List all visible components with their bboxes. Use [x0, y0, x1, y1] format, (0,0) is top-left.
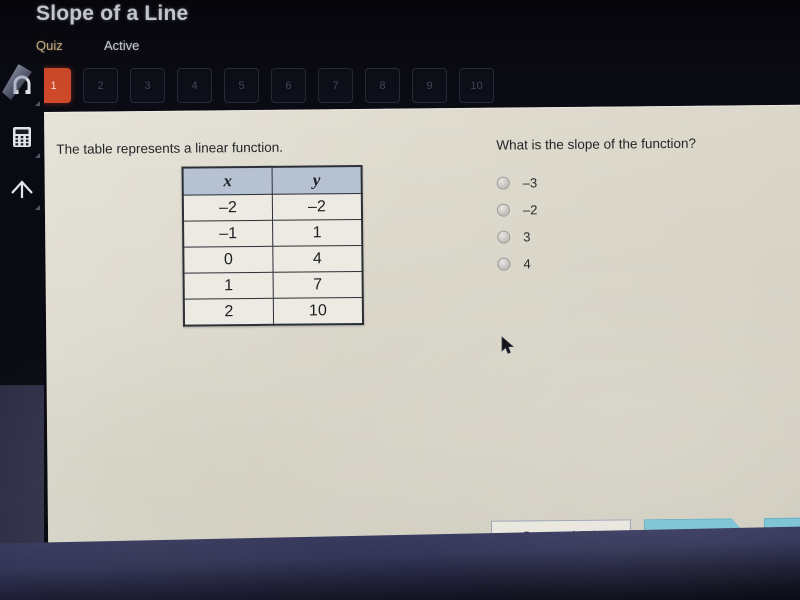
question-number-7[interactable]: 7 [318, 68, 353, 103]
table-cell-y: 7 [273, 271, 363, 299]
arrow-up-tool-button[interactable] [0, 164, 44, 214]
arrow-up-icon [9, 177, 35, 201]
table-cell-x: 1 [183, 272, 274, 300]
table-cell-x: –1 [183, 220, 273, 248]
question-number-4[interactable]: 4 [177, 68, 212, 103]
question-number-10[interactable]: 10 [459, 68, 494, 103]
mouse-cursor [501, 336, 515, 356]
status-badge: Active [104, 38, 140, 53]
answer-option-label: 3 [523, 229, 531, 245]
question-navigator: 1 2 3 4 5 6 7 8 9 10 [36, 68, 494, 103]
answer-option-4[interactable]: 4 [497, 250, 538, 277]
quiz-content-area: The table represents a linear function. … [44, 104, 800, 560]
calculator-tool-button[interactable] [0, 112, 44, 162]
radio-button-icon[interactable] [497, 230, 511, 244]
left-screen-edge [0, 255, 44, 555]
table-header-x: x [182, 166, 273, 196]
function-table: x y –2 –2 –1 1 0 4 1 7 2 10 [181, 164, 365, 327]
left-screen-edge-dark [0, 255, 44, 385]
table-row: 0 4 [183, 245, 363, 274]
quiz-screenshot: Slope of a Line Quiz Active 1 2 3 4 5 6 … [0, 0, 800, 600]
question-number-6[interactable]: 6 [271, 68, 306, 103]
calculator-icon [12, 126, 32, 148]
table-header-row: x y [182, 165, 362, 196]
table-cell-y: 4 [272, 245, 363, 273]
answer-option-label: –2 [522, 202, 538, 218]
question-number-3[interactable]: 3 [130, 68, 165, 103]
prompt-text: The table represents a linear function. [56, 139, 284, 157]
table-header-y: y [272, 165, 362, 195]
table-row: –2 –2 [182, 193, 363, 222]
table-cell-x: 2 [183, 298, 274, 326]
answer-option-label: 4 [523, 256, 531, 272]
answer-option-1[interactable]: –3 [496, 169, 538, 196]
table-cell-x: 0 [183, 246, 274, 274]
answer-option-3[interactable]: 3 [497, 223, 538, 250]
table-cell-x: –2 [182, 194, 273, 222]
answer-options: –3 –2 3 4 [496, 169, 539, 277]
radio-button-icon[interactable] [497, 257, 511, 271]
table-row: 2 10 [183, 297, 364, 326]
radio-button-icon[interactable] [496, 203, 511, 217]
table-cell-y: 10 [273, 297, 364, 325]
question-number-8[interactable]: 8 [365, 68, 400, 103]
question-number-9[interactable]: 9 [412, 68, 447, 103]
answer-option-2[interactable]: –2 [496, 196, 538, 223]
quiz-label: Quiz [36, 38, 63, 53]
answer-option-label: –3 [522, 175, 538, 191]
table-cell-y: 1 [272, 219, 363, 247]
page-title: Slope of a Line [36, 2, 189, 25]
table-row: –1 1 [183, 219, 363, 248]
table-row: 1 7 [183, 271, 363, 300]
question-number-5[interactable]: 5 [224, 68, 259, 103]
question-number-2[interactable]: 2 [83, 68, 118, 103]
table-cell-y: –2 [272, 193, 363, 221]
radio-button-icon[interactable] [496, 176, 510, 190]
question-text: What is the slope of the function? [496, 135, 697, 153]
